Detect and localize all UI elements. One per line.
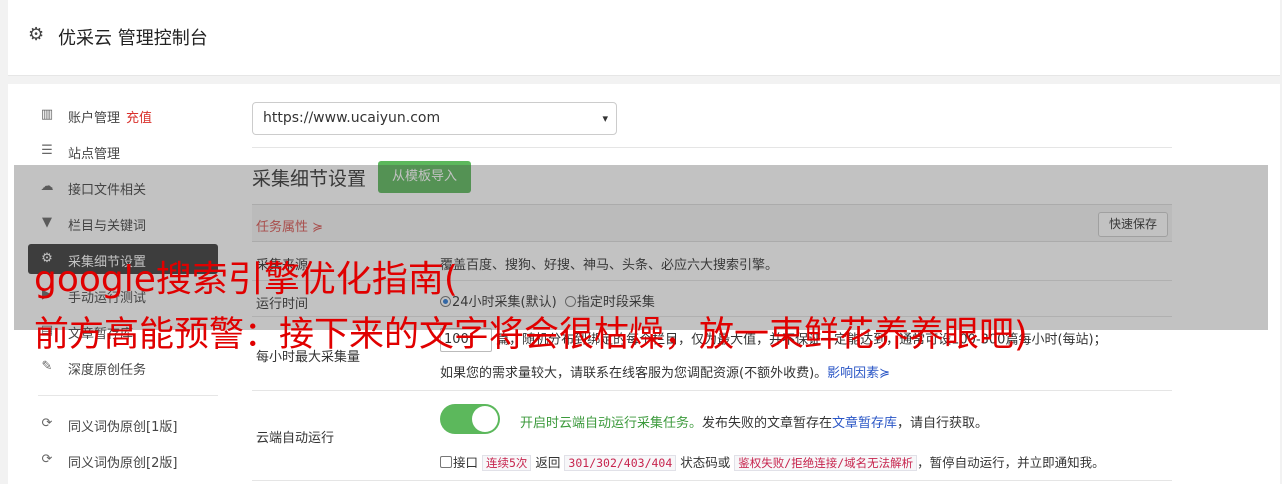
- code-consecutive: 连续5次: [482, 455, 532, 471]
- sidebar-item-label: 账户管理: [68, 111, 121, 126]
- sidebar-item-label: 深度原创任务: [68, 363, 147, 378]
- watermark-line-1: google搜索引擎优化指南(: [34, 259, 458, 300]
- cloud-auto-run-toggle[interactable]: [440, 404, 500, 434]
- refresh-icon: ⟳: [41, 452, 53, 467]
- cloud-desc1: 发布失败的文章暂存在: [702, 416, 833, 431]
- sidebar-item-synonym-v1[interactable]: ⟳ 同义词伪原创[1版]: [28, 409, 218, 439]
- edit-icon: ✎: [41, 359, 53, 374]
- mid2: 状态码或: [680, 455, 731, 470]
- cloud-desc2: ，请自行获取。: [897, 416, 989, 431]
- site-select[interactable]: https://www.ucaiyun.com ▾: [252, 102, 617, 135]
- cloud-auto-run-label: 云端自动运行: [256, 431, 335, 446]
- cloud-on-text: 开启时云端自动运行采集任务。: [520, 416, 703, 431]
- sidebar-item-synonym-v2[interactable]: ⟳ 同义词伪原创[2版]: [28, 445, 218, 475]
- code-status: 301/302/403/404: [564, 455, 677, 471]
- chevron-down-icon: ▾: [602, 112, 608, 125]
- toggle-knob: [472, 406, 498, 432]
- max-per-hour-hint-line: 如果您的需求量较大，请联系在线客服为您调配资源(不额外收费)。影响因素≽: [440, 362, 890, 381]
- sidebar-divider: [38, 395, 218, 396]
- cloud-notify-line: 接口 连续5次 返回 301/302/403/404 状态码或 鉴权失败/拒绝连…: [440, 452, 1105, 471]
- server-icon: ☰: [41, 143, 53, 158]
- cloud-tail: ，暂停自动运行，并立即通知我。: [917, 455, 1105, 470]
- article-store-link[interactable]: 文章暂存库: [832, 416, 897, 431]
- sidebar-item-label: 站点管理: [68, 147, 121, 162]
- gear-icon: ⚙: [28, 24, 45, 45]
- row-divider: [252, 480, 1172, 481]
- sidebar-item-label: 同义词伪原创[1版]: [68, 420, 178, 435]
- refresh-icon: ⟳: [41, 416, 53, 431]
- max-per-hour-hint: 如果您的需求量较大，请联系在线客服为您调配资源(不额外收费)。: [440, 366, 828, 381]
- watermark-line-2: 前方高能预警：接下来的文字将会很枯燥，放一束鲜花养养眼吧): [34, 315, 1028, 355]
- notify-checkbox[interactable]: [440, 456, 452, 468]
- divider: [252, 147, 1172, 148]
- header-bar: ⚙ 优采云 管理控制台: [8, 0, 1280, 76]
- bar-chart-icon: ▥: [40, 107, 54, 122]
- recharge-link[interactable]: 充值: [126, 111, 152, 126]
- cb-prefix: 接口: [453, 455, 479, 470]
- sidebar-item-account[interactable]: ▥ 账户管理 充值: [28, 100, 218, 130]
- code-auth-failure: 鉴权失败/拒绝连接/域名无法解析: [734, 455, 918, 471]
- mid1: 返回: [535, 455, 561, 470]
- row-divider: [252, 390, 1172, 391]
- cloud-desc-line: 开启时云端自动运行采集任务。发布失败的文章暂存在文章暂存库，请自行获取。: [520, 412, 988, 431]
- site-select-value: https://www.ucaiyun.com: [263, 110, 441, 126]
- influence-factors-link[interactable]: 影响因素≽: [827, 366, 890, 381]
- sidebar-item-sites[interactable]: ☰ 站点管理: [28, 136, 218, 166]
- page-title: 优采云 管理控制台: [58, 28, 208, 49]
- sidebar-item-label: 同义词伪原创[2版]: [68, 456, 178, 471]
